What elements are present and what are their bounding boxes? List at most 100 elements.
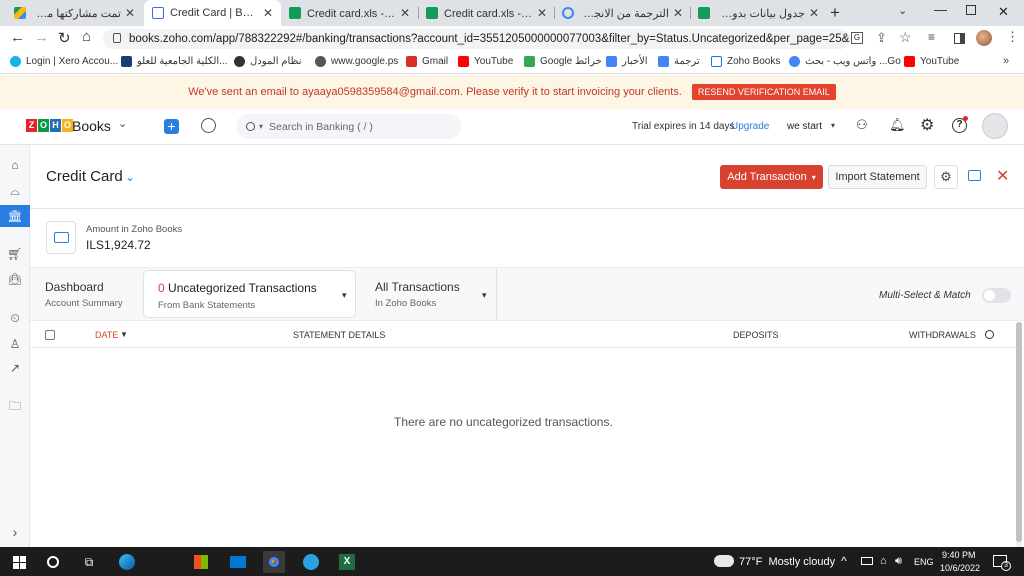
close-window-icon[interactable]: ✕ bbox=[998, 4, 1009, 20]
multi-select-toggle[interactable] bbox=[982, 288, 1011, 303]
scrollbar[interactable] bbox=[1016, 322, 1022, 547]
recent-history-icon[interactable] bbox=[201, 118, 216, 133]
close-tab-icon[interactable]: ✕ bbox=[400, 6, 410, 20]
battery-icon[interactable] bbox=[861, 557, 873, 565]
sort-desc-icon[interactable]: ▼ bbox=[120, 330, 128, 339]
media-control-icon[interactable]: ≡ bbox=[928, 30, 935, 44]
telegram-icon[interactable] bbox=[300, 551, 322, 573]
back-icon[interactable]: ← bbox=[10, 29, 25, 46]
mail-icon[interactable] bbox=[227, 551, 249, 573]
bookmark-item[interactable]: ترجمة bbox=[658, 56, 700, 67]
bookmark-item[interactable]: الكلية الجامعية للعلو... bbox=[121, 56, 227, 67]
close-tab-icon[interactable]: ✕ bbox=[673, 6, 683, 20]
bookmark-item[interactable]: الأخبار bbox=[606, 56, 648, 67]
chevron-down-icon[interactable]: ▾ bbox=[482, 290, 487, 301]
profile-avatar[interactable] bbox=[976, 30, 992, 46]
bookmark-item[interactable]: Google خرائط bbox=[524, 56, 602, 67]
chevron-down-icon[interactable]: ⌄ bbox=[118, 117, 127, 130]
windows-start-icon[interactable] bbox=[8, 551, 30, 573]
feedback-chat-icon[interactable] bbox=[968, 170, 981, 181]
tab-dashboard[interactable]: Dashboard Account Summary bbox=[45, 280, 123, 309]
sales-cart-icon[interactable]: 🛒︎ bbox=[0, 243, 30, 265]
banking-icon[interactable]: 🏛︎ bbox=[0, 205, 30, 227]
accountant-icon[interactable]: ♙ bbox=[0, 333, 30, 355]
address-bar[interactable]: books.zoho.com/app/788322292#/banking/tr… bbox=[103, 29, 850, 49]
search-box[interactable]: ▾ Search in Banking ( / ) bbox=[236, 114, 461, 139]
tab-uncategorized-transactions[interactable]: 0 Uncategorized Transactions From Bank S… bbox=[143, 270, 356, 318]
browser-tab-active[interactable]: Credit Card | Banking ✕ bbox=[144, 0, 281, 26]
microsoft-store-icon[interactable] bbox=[190, 551, 212, 573]
user-avatar[interactable] bbox=[982, 113, 1008, 139]
tab-all-transactions[interactable]: All Transactions In Zoho Books bbox=[375, 280, 460, 309]
upgrade-link[interactable]: Upgrade bbox=[731, 121, 769, 132]
excel-icon[interactable]: X bbox=[336, 551, 358, 573]
edge-icon[interactable] bbox=[116, 551, 138, 573]
quick-create-button[interactable]: + bbox=[164, 119, 179, 134]
translate-page-icon[interactable]: G bbox=[851, 32, 863, 44]
clock-time[interactable]: 9:40 PM bbox=[942, 550, 976, 560]
close-tab-icon[interactable]: ✕ bbox=[537, 6, 547, 20]
volume-icon[interactable]: 🔊︎ bbox=[895, 555, 902, 568]
close-tab-icon[interactable]: ✕ bbox=[263, 6, 273, 20]
tab-search-icon[interactable]: ⌄ bbox=[898, 4, 907, 17]
browser-tab[interactable]: تمت مشاركتها معي - ... ✕ bbox=[6, 0, 143, 26]
weather-text[interactable]: 77°F Mostly cloudy bbox=[739, 556, 835, 568]
table-search-icon[interactable] bbox=[985, 330, 994, 339]
add-transaction-button[interactable]: Add Transaction ▾ bbox=[720, 165, 823, 189]
bookmark-item[interactable]: واتس ويب - بحث ...Go bbox=[789, 56, 901, 67]
expand-sidebar-icon[interactable]: › bbox=[0, 521, 30, 543]
notification-bell-icon[interactable]: 🔔︎ bbox=[889, 117, 906, 133]
home-icon[interactable]: ⌂ bbox=[0, 154, 30, 176]
side-panel-icon[interactable] bbox=[954, 33, 965, 44]
chevron-down-icon[interactable]: ⌄ bbox=[125, 170, 135, 184]
select-all-checkbox[interactable] bbox=[45, 330, 55, 340]
users-icon[interactable]: ⚇ bbox=[856, 117, 868, 133]
settings-gear-icon[interactable]: ⚙ bbox=[920, 115, 934, 135]
language-indicator[interactable]: ENG bbox=[914, 557, 934, 567]
column-date[interactable]: DATE bbox=[95, 330, 118, 340]
bookmark-item[interactable]: YouTube bbox=[458, 56, 513, 67]
resend-verification-button[interactable]: RESEND VERIFICATION EMAIL bbox=[691, 84, 836, 100]
bookmark-item[interactable]: Login | Xero Accou... bbox=[10, 56, 118, 67]
home-icon[interactable]: ⌂ bbox=[82, 28, 91, 45]
chevron-down-icon[interactable]: ▾ bbox=[831, 121, 835, 130]
organization-switcher[interactable]: we start bbox=[787, 121, 822, 132]
network-icon[interactable]: ⌂ bbox=[880, 555, 887, 567]
browser-tab[interactable]: Credit card.xls - بيانات ✕ bbox=[281, 0, 418, 26]
bookmark-star-icon[interactable]: ☆ bbox=[899, 29, 912, 46]
search-filter-icon[interactable]: ▾ bbox=[259, 122, 263, 131]
browser-tab[interactable]: جدول بيانات بدون عنوان ✕ bbox=[690, 0, 827, 26]
chrome-icon[interactable] bbox=[263, 551, 285, 573]
purchases-bag-icon[interactable]: 👜︎ bbox=[0, 268, 30, 290]
chevron-down-icon[interactable]: ▾ bbox=[342, 290, 347, 301]
close-tab-icon[interactable]: ✕ bbox=[125, 6, 135, 20]
account-title[interactable]: Credit Card bbox=[46, 168, 123, 185]
minimize-icon[interactable]: — bbox=[934, 2, 947, 17]
zoho-logo-icon[interactable]: Z O H O bbox=[26, 119, 73, 132]
account-settings-icon[interactable]: ⚙ bbox=[934, 165, 958, 189]
browser-tab[interactable]: الترجمة من الانجليزية ال... ✕ bbox=[554, 0, 691, 26]
bookmark-item[interactable]: www.google.ps bbox=[315, 56, 398, 67]
bookmark-item[interactable]: Gmail bbox=[406, 56, 448, 67]
close-icon[interactable]: ✕ bbox=[996, 166, 1009, 186]
task-view-icon[interactable]: ⧉ bbox=[78, 551, 100, 573]
chevron-up-icon[interactable]: ^ bbox=[841, 554, 847, 568]
browser-tab[interactable]: Credit card.xls - بيانات ✕ bbox=[418, 0, 555, 26]
search-icon[interactable] bbox=[42, 551, 64, 573]
clock-date[interactable]: 10/6/2022 bbox=[940, 563, 980, 573]
bookmark-item[interactable]: نظام المودل bbox=[234, 56, 302, 67]
share-icon[interactable]: ⇪ bbox=[876, 30, 887, 46]
app-name[interactable]: Books bbox=[72, 118, 111, 134]
new-tab-button[interactable]: + bbox=[830, 3, 840, 23]
more-bookmarks-icon[interactable]: » bbox=[1003, 55, 1009, 67]
time-tracking-icon[interactable]: ⏲ bbox=[0, 307, 30, 329]
bookmark-item[interactable]: Zoho Books bbox=[711, 56, 780, 67]
reload-icon[interactable]: ↻ bbox=[58, 29, 71, 47]
import-statement-button[interactable]: Import Statement bbox=[828, 165, 927, 189]
forward-icon[interactable]: → bbox=[34, 29, 49, 46]
close-tab-icon[interactable]: ✕ bbox=[809, 6, 819, 20]
restore-icon[interactable] bbox=[966, 5, 976, 15]
reports-icon[interactable]: ↗ bbox=[0, 357, 30, 379]
items-icon[interactable]: ⌓ bbox=[0, 180, 30, 202]
documents-folder-icon[interactable]: 🗀 bbox=[0, 396, 30, 418]
